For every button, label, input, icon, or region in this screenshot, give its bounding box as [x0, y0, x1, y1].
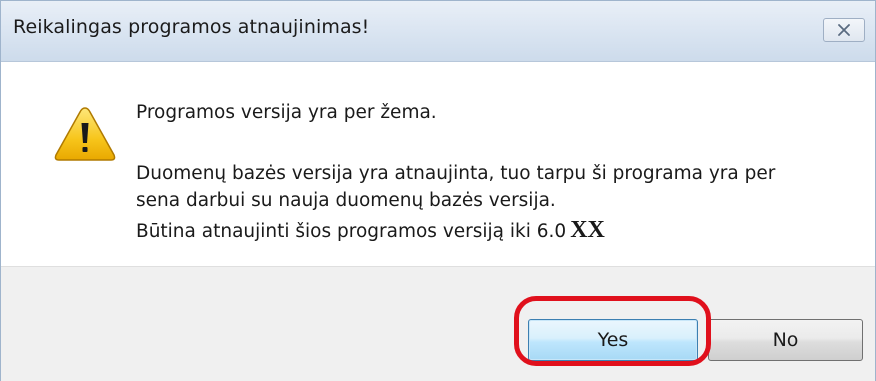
close-button[interactable]	[823, 18, 865, 42]
update-dialog: Reikalingas programos atnaujinimas! Prog…	[0, 0, 876, 381]
yes-button-label: Yes	[597, 329, 629, 351]
dialog-title: Reikalingas programos atnaujinimas!	[13, 16, 370, 38]
message-line-2: sena darbui su nauja duomenų bazės versi…	[136, 190, 556, 211]
version-suffix: XX	[570, 217, 605, 243]
close-icon	[838, 24, 850, 36]
yes-button[interactable]: Yes	[528, 319, 698, 361]
message-line-3-text: Būtina atnaujinti šios programos versiją…	[136, 221, 567, 242]
no-button-label: No	[772, 329, 799, 351]
dialog-footer: Yes No	[1, 266, 875, 381]
no-button[interactable]: No	[708, 319, 863, 361]
message-line-1: Duomenų bazės versija yra atnaujinta, tu…	[136, 163, 776, 184]
message-line-3: Būtina atnaujinti šios programos versiją…	[136, 217, 605, 244]
version-message: Programos versija yra per žema.	[136, 102, 437, 123]
warning-icon	[54, 107, 116, 161]
dialog-content: Programos versija yra per žema. Duomenų …	[1, 62, 875, 266]
dialog-titlebar[interactable]: Reikalingas programos atnaujinimas!	[1, 1, 875, 62]
